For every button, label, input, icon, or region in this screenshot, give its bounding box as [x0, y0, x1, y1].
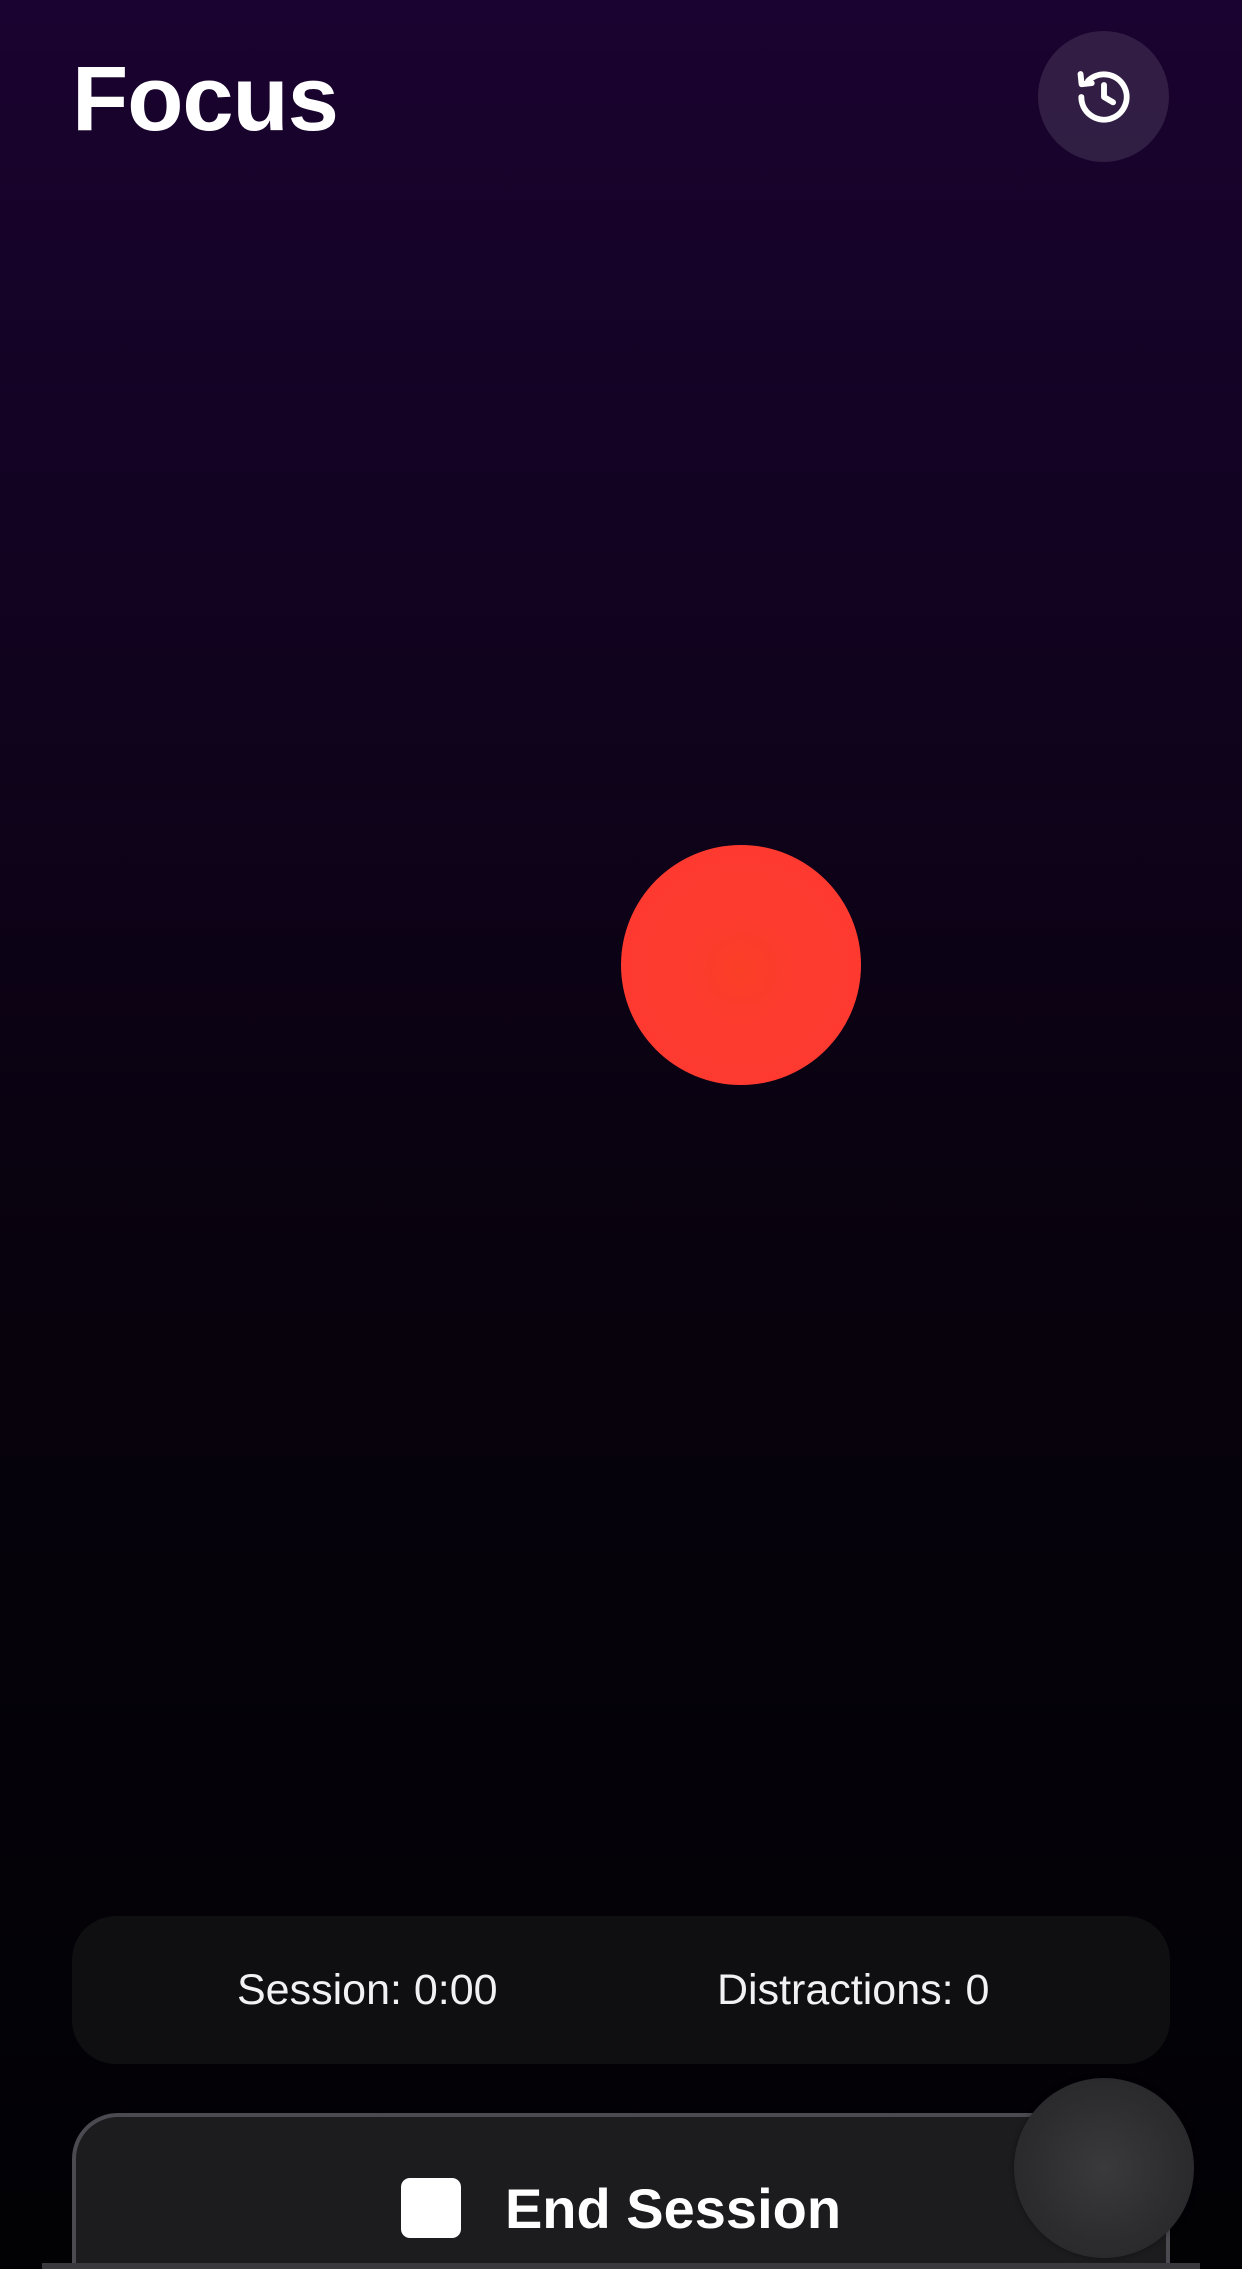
page-title: Focus	[72, 48, 339, 150]
session-stats-panel: Session: 0:00 Distractions: 0	[72, 1916, 1170, 2064]
distractions-count: Distractions: 0	[717, 1966, 990, 2014]
session-timer: Session: 0:00	[237, 1966, 498, 2014]
history-button[interactable]	[1038, 31, 1169, 162]
focus-indicator-dot	[621, 845, 861, 1085]
end-session-button[interactable]: End Session	[72, 2113, 1170, 2269]
stop-icon	[400, 2178, 461, 2238]
history-clock-icon	[1072, 65, 1136, 129]
focus-screen: Focus Session: 0:00 Distractions: 0 End …	[0, 0, 1242, 2269]
end-session-label: End Session	[504, 2176, 842, 2240]
assistive-touch-button[interactable]	[1014, 2078, 1194, 2258]
bottom-divider	[42, 2263, 1200, 2269]
